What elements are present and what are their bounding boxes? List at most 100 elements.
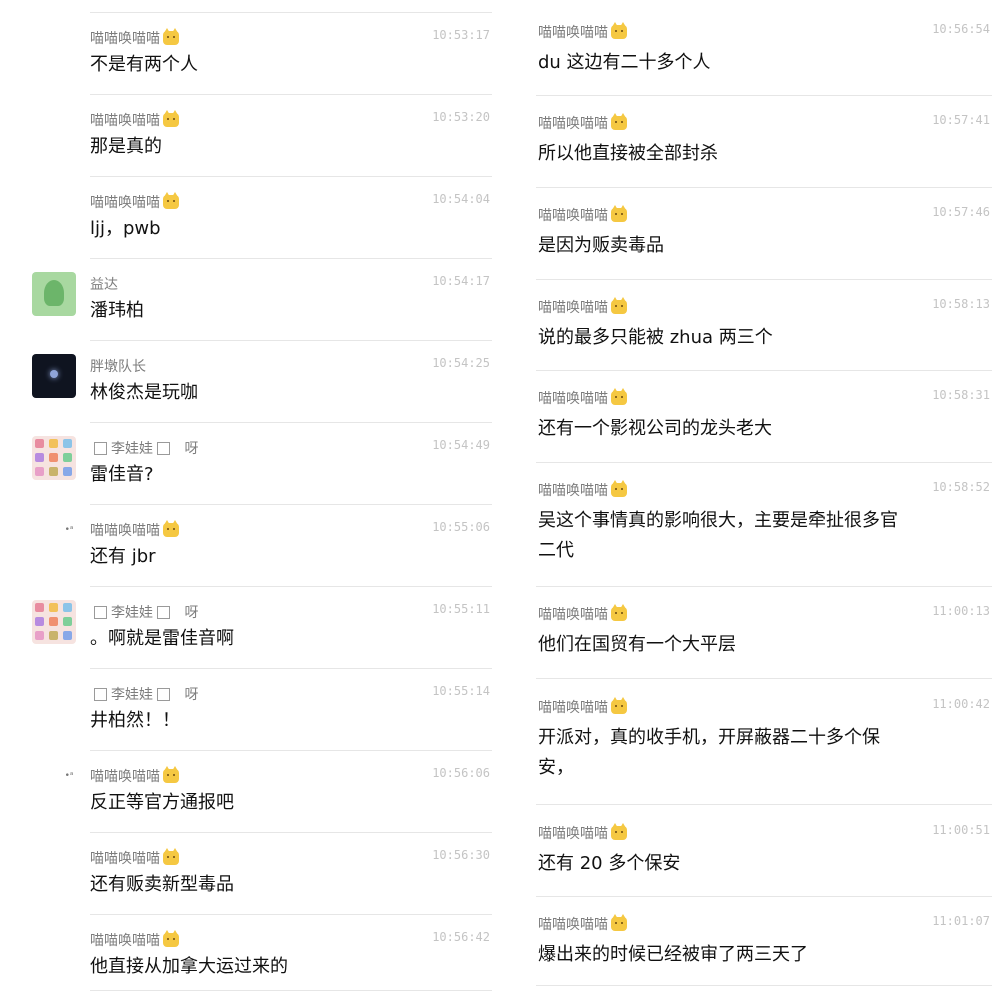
message-separator	[536, 187, 992, 188]
message-timestamp: 11:00:51	[932, 823, 990, 837]
message-timestamp: 10:53:17	[432, 28, 490, 42]
chat-message[interactable]: 喵喵唤喵喵 10:53:17 不是有两个人	[90, 28, 492, 92]
green-dino-avatar[interactable]	[32, 272, 76, 316]
message-separator	[90, 750, 492, 751]
chat-message[interactable]: 喵喵唤喵喵 10:58:31 还有一个影视公司的龙头老大	[538, 388, 992, 452]
sender-name-text: 喵喵唤喵喵	[538, 391, 608, 407]
message-timestamp: 10:53:20	[432, 110, 490, 124]
sender-name-text: 喵喵唤喵喵	[90, 933, 160, 949]
sender-name: 李娃娃 呀	[90, 438, 198, 458]
chat-message[interactable]: 胖墩队长 10:54:25 林俊杰是玩咖	[90, 356, 492, 420]
message-text: 他们在国贸有一个大平层	[538, 634, 736, 655]
message-timestamp: 10:55:11	[432, 602, 490, 616]
chat-message[interactable]: 喵喵唤喵喵 10:55:06 还有 jbr	[90, 520, 492, 584]
chat-message[interactable]: 喵喵唤喵喵 10:56:30 还有贩卖新型毒品	[90, 848, 492, 912]
sender-name-text: 喵喵唤喵喵	[538, 607, 608, 623]
sender-name-text: 喵喵唤喵喵	[538, 826, 608, 842]
chat-message[interactable]: 喵喵唤喵喵 10:57:46 是因为贩卖毒品	[538, 205, 992, 269]
sticker-avatar[interactable]	[32, 600, 76, 644]
message-timestamp: 10:56:42	[432, 930, 490, 944]
message-separator	[536, 985, 992, 986]
chat-message[interactable]: 喵喵唤喵喵 10:56:54 du 这边有二十多个人	[538, 22, 992, 86]
sticker-avatar[interactable]	[32, 436, 76, 480]
chat-message[interactable]: 喵喵唤喵喵 10:54:04 ljj，pwb	[90, 192, 492, 256]
sender-name-text: 喵喵唤喵喵	[90, 523, 160, 539]
sender-name-text: 李娃娃	[111, 605, 153, 621]
message-text: 潘玮柏	[90, 300, 144, 321]
chat-message[interactable]: 喵喵唤喵喵 10:58:52 吴这个事情真的影响很大，主要是牵扯很多官 二代	[538, 480, 992, 574]
message-separator	[536, 896, 992, 897]
chat-message[interactable]: 喵喵唤喵喵 11:00:42 开派对，真的收手机，开屏蔽器二十多个保 安，	[538, 697, 992, 791]
sender-name-text: 喵喵唤喵喵	[538, 700, 608, 716]
message-timestamp: 10:57:46	[932, 205, 990, 219]
chat-message[interactable]: 喵喵唤喵喵 10:58:13 说的最多只能被 zhua 两三个	[538, 297, 992, 361]
chat-message[interactable]: 李娃娃 呀 10:55:14 井柏然！！	[90, 684, 492, 748]
message-separator	[90, 668, 492, 669]
chat-message[interactable]: 李娃娃 呀 10:54:49 雷佳音?	[90, 438, 492, 502]
left-chat-panel[interactable]: 喵喵唤喵喵 10:53:17 不是有两个人 喵喵唤喵喵 10:53:20 那是真的 喵喵唤喵…	[0, 0, 500, 1000]
right-chat-panel[interactable]: 喵喵唤喵喵 10:56:54 du 这边有二十多个人喵喵唤喵喵 10:57:41 所以他…	[522, 0, 1000, 1000]
message-timestamp: 10:55:06	[432, 520, 490, 534]
message-timestamp: 10:56:54	[932, 22, 990, 36]
message-timestamp: 10:54:49	[432, 438, 490, 452]
sender-name-text: 喵喵唤喵喵	[538, 25, 608, 41]
sender-name: 喵喵唤喵喵	[90, 28, 179, 48]
message-separator	[536, 804, 992, 805]
sender-name: 喵喵唤喵喵	[90, 192, 179, 212]
night-sky-avatar[interactable]	[32, 354, 76, 398]
message-text: 开派对，真的收手机，开屏蔽器二十多个保	[538, 727, 880, 748]
message-timestamp: 10:54:17	[432, 274, 490, 288]
sender-name-text: 喵喵唤喵喵	[538, 208, 608, 224]
message-timestamp: 10:58:13	[932, 297, 990, 311]
message-separator	[536, 462, 992, 463]
chat-message[interactable]: 喵喵唤喵喵 11:00:51 还有 20 多个保安	[538, 823, 992, 887]
cat-icon	[611, 388, 627, 405]
message-text: 。啊就是雷佳音啊	[90, 628, 234, 649]
message-text: 还有 20 多个保安	[538, 853, 681, 874]
chat-message[interactable]: 喵喵唤喵喵 11:01:07 爆出来的时候已经被审了两三天了	[538, 914, 992, 978]
message-separator	[90, 340, 492, 341]
message-timestamp: 10:56:06	[432, 766, 490, 780]
message-timestamp: 11:00:42	[932, 697, 990, 711]
chat-message[interactable]: 喵喵唤喵喵 11:00:13 他们在国贸有一个大平层	[538, 604, 992, 668]
sender-name-text: 喵喵唤喵喵	[90, 769, 160, 785]
chat-message[interactable]: 喵喵唤喵喵 10:56:42 他直接从加拿大运过来的	[90, 930, 492, 994]
message-separator	[90, 176, 492, 177]
sender-suffix: 呀	[180, 687, 199, 703]
sender-name-text: 喵喵唤喵喵	[538, 483, 608, 499]
message-text: 井柏然！！	[90, 710, 180, 731]
chat-message[interactable]: 益达 10:54:17 潘玮柏	[90, 274, 492, 338]
sender-name: 喵喵唤喵喵	[538, 205, 627, 225]
message-text: 他直接从加拿大运过来的	[90, 956, 288, 977]
message-timestamp: 10:58:31	[932, 388, 990, 402]
sender-name: 喵喵唤喵喵	[538, 914, 627, 934]
message-text: du 这边有二十多个人	[538, 52, 711, 73]
sender-name-text: 李娃娃	[111, 441, 153, 457]
sender-name-text: 喵喵唤喵喵	[90, 195, 160, 211]
chat-message[interactable]: 喵喵唤喵喵 10:57:41 所以他直接被全部封杀	[538, 113, 992, 177]
square-icon	[157, 606, 170, 619]
small-avatar-icon[interactable]: •ᵃ	[63, 524, 75, 536]
sender-name: 喵喵唤喵喵	[538, 22, 627, 42]
sender-name: 喵喵唤喵喵	[90, 110, 179, 130]
message-text: 林俊杰是玩咖	[90, 382, 198, 403]
message-separator	[536, 370, 992, 371]
chat-message[interactable]: 喵喵唤喵喵 10:56:06 反正等官方通报吧	[90, 766, 492, 830]
message-text: 还有 jbr	[90, 546, 156, 567]
message-timestamp: 10:56:30	[432, 848, 490, 862]
square-icon	[157, 442, 170, 455]
sender-name: 喵喵唤喵喵	[538, 297, 627, 317]
sender-name-text: 喵喵唤喵喵	[538, 116, 608, 132]
cat-icon	[611, 22, 627, 39]
chat-message[interactable]: 李娃娃 呀 10:55:11 。啊就是雷佳音啊	[90, 602, 492, 666]
small-avatar-icon[interactable]: •ᵃ	[63, 770, 75, 782]
sender-name: 喵喵唤喵喵	[538, 113, 627, 133]
message-text: 雷佳音?	[90, 464, 154, 485]
sender-name: 益达	[90, 274, 118, 294]
chat-message[interactable]: 喵喵唤喵喵 10:53:20 那是真的	[90, 110, 492, 174]
cat-icon	[611, 205, 627, 222]
sender-name: 喵喵唤喵喵	[538, 604, 627, 624]
message-separator	[90, 914, 492, 915]
message-text: ljj，pwb	[90, 218, 161, 239]
sender-name: 喵喵唤喵喵	[90, 766, 179, 786]
